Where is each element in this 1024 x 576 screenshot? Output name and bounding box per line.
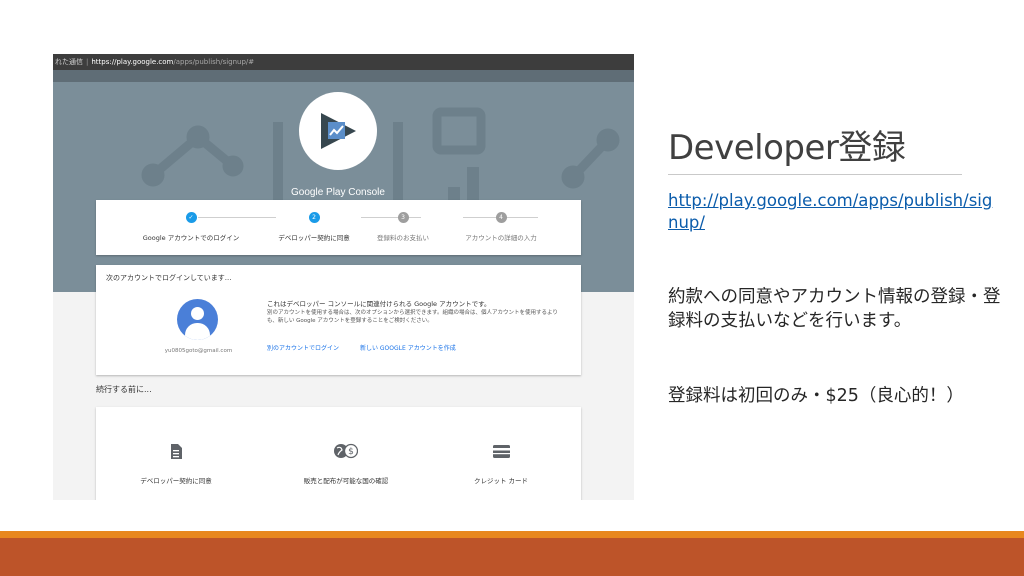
create-account-link[interactable]: 新しい GOOGLE アカウントを作成 — [360, 343, 456, 352]
footer-band — [0, 538, 1024, 576]
step-number: 3 — [397, 212, 409, 223]
credit-card-icon — [492, 444, 510, 458]
account-email: yu0805goto@gmail.com — [164, 348, 233, 354]
step-label: Google アカウントでのログイン — [142, 234, 240, 242]
svg-text:$: $ — [348, 447, 354, 457]
embedded-screenshot: れた通信 | https://play.google.com/apps/publis… — [53, 54, 634, 500]
step-number: 2 — [308, 212, 320, 223]
step-label: アカウントの詳細の入力 — [465, 234, 537, 242]
hero-banner: Google Play Console — [53, 82, 634, 292]
slide-description: 約款への同意やアカウント情報の登録・登録料の支払いなどを行います。 — [668, 287, 1001, 331]
login-card: 次のアカウントでログインしています... yu0805goto@gmail.co… — [96, 265, 581, 375]
requirement-credit-card: クレジット カード — [431, 443, 571, 485]
step-number: 4 — [495, 212, 507, 223]
login-message: これはデベロッパー コンソールに関連付けられる Google アカウントです。 — [267, 300, 491, 308]
step-login: ✓ Google アカウントでのログイン — [126, 212, 256, 242]
login-other-account-link[interactable]: 別のアカウントでログイン — [267, 343, 339, 352]
check-icon: ✓ — [185, 212, 197, 223]
address-bar[interactable]: れた通信 | https://play.google.com/apps/publis… — [53, 54, 634, 70]
requirement-countries: $ 販売と配布が可能な国の確認 — [276, 443, 416, 485]
requirements-card: デベロッパー契約に同意 $ 販売と配布が可能な国の確認 クレジット カード — [96, 407, 581, 500]
tab-fragment: れた通信 — [55, 58, 83, 66]
signup-steps: ✓ Google アカウントでのログイン 2 デベロッパー契約に同意 3 登録料… — [96, 200, 581, 255]
requirement-agreement: デベロッパー契約に同意 — [106, 443, 246, 485]
login-title: 次のアカウントでログインしています... — [106, 274, 232, 282]
play-console-icon — [321, 113, 356, 149]
play-console-logo — [299, 92, 377, 170]
signup-url-link[interactable]: http://play.google.com/apps/publish/sign… — [668, 190, 998, 234]
avatar — [177, 299, 218, 340]
login-note: 別のアカウントを使用する場合は、次のオプションから選択できます。組織の場合は、個… — [267, 310, 558, 324]
toolbar-strip — [53, 70, 634, 82]
title-divider — [668, 174, 962, 175]
url-host: https://play.google.com — [91, 58, 174, 66]
requirement-label: デベロッパー契約に同意 — [140, 477, 212, 485]
document-icon — [171, 443, 182, 459]
footer-accent-band — [0, 531, 1024, 538]
brand-name: Google Play Console — [291, 187, 385, 198]
url-path: /apps/publish/signup/# — [173, 58, 255, 66]
requirement-label: クレジット カード — [473, 477, 529, 485]
slide-title: Developer登録 — [668, 128, 906, 168]
step-details: 4 アカウントの詳細の入力 — [436, 212, 566, 242]
before-continue-title: 続行する前に... — [96, 385, 152, 394]
requirement-label: 販売と配布が可能な国の確認 — [303, 477, 389, 485]
registration-fee-note: 登録料は初回のみ・$25（良心的！） — [668, 386, 964, 406]
globe-dollar-icon: $ — [334, 443, 358, 459]
